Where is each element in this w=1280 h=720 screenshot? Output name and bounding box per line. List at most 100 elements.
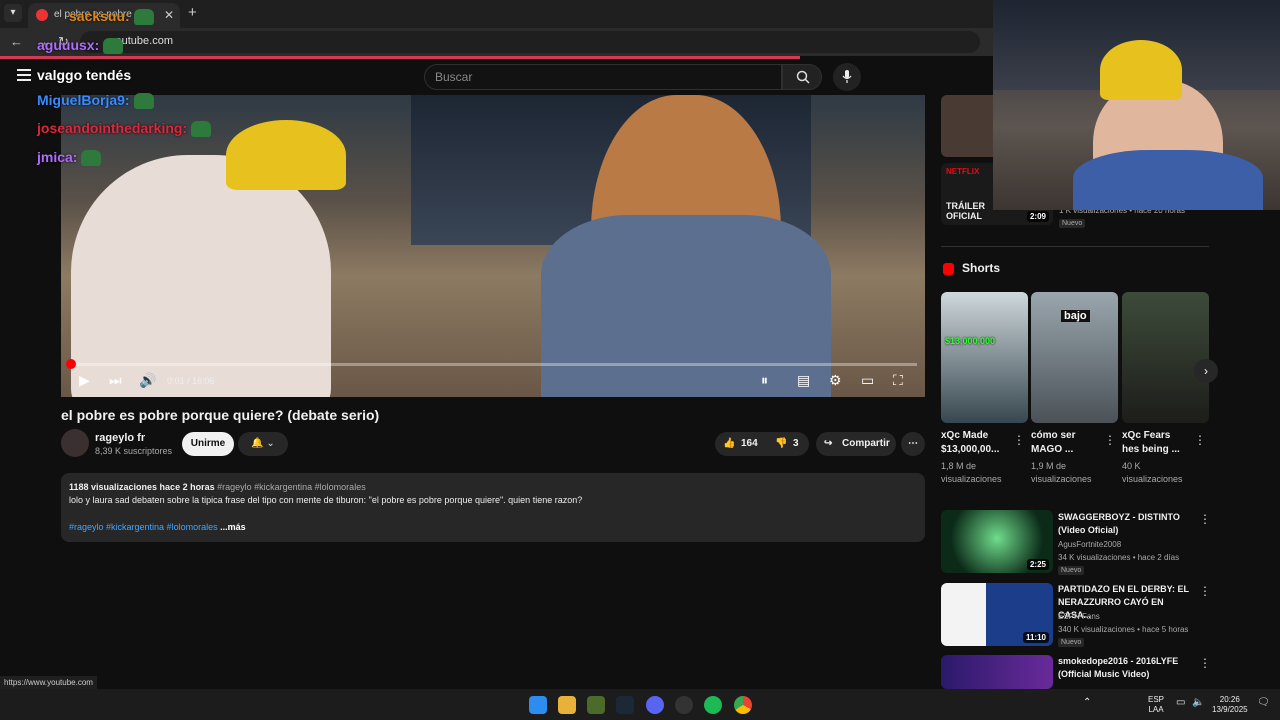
short-overlay-text: $13,000,000 — [945, 336, 996, 346]
spotify-icon[interactable] — [704, 696, 722, 714]
sidebar-video-meta: 340 K visualizaciones • hace 5 horas — [1058, 625, 1189, 634]
windows-start-icon[interactable] — [529, 696, 547, 714]
video-duration: 2:09 — [1026, 211, 1049, 222]
volume-icon[interactable]: 🔊 — [139, 372, 156, 389]
voice-search-button[interactable] — [833, 63, 861, 91]
theater-mode-icon[interactable]: ▭ — [861, 372, 874, 389]
description-tags[interactable]: #rageylo #kickargentina #lolomorales — [217, 482, 366, 492]
more-options-icon[interactable]: ⋮ — [1013, 433, 1025, 447]
search-button[interactable] — [782, 64, 822, 90]
new-badge: Nuevo — [1058, 638, 1085, 647]
short-title[interactable]: xQc Fears hes being ... — [1122, 429, 1186, 457]
more-options-icon[interactable]: ⋮ — [1104, 433, 1116, 447]
sidebar-video-thumbnail[interactable] — [941, 655, 1053, 689]
settings-gear-icon[interactable]: ⚙ — [829, 372, 842, 389]
sidebar-video-meta: 34 K visualizaciones • hace 2 días — [1058, 553, 1180, 562]
obs-icon[interactable] — [675, 696, 693, 714]
language-indicator[interactable]: ESP LAA — [1148, 695, 1164, 715]
channel-avatar[interactable] — [61, 429, 89, 457]
pepe-emote-icon — [81, 150, 102, 167]
new-badge: Nuevo — [1058, 566, 1085, 575]
chat-message: sacksuu: — [69, 8, 154, 26]
microphone-icon — [842, 70, 852, 83]
chrome-icon[interactable] — [734, 696, 752, 714]
volume-tray-icon[interactable]: 🔈 — [1192, 698, 1204, 708]
more-options-icon[interactable]: ⋮ — [1199, 584, 1211, 598]
scrubber-handle[interactable] — [65, 359, 76, 369]
network-icon[interactable]: ▭ — [1176, 698, 1185, 708]
chat-username: aguuusx: — [37, 37, 100, 53]
progress-bar[interactable] — [65, 359, 917, 369]
video-duration: 11:10 — [1022, 632, 1049, 643]
url-field[interactable]: youtube.com — [80, 31, 980, 53]
shorts-next-button[interactable]: › — [1194, 359, 1218, 383]
menu-icon[interactable] — [17, 69, 31, 84]
description-box[interactable]: 1188 visualizaciones hace 2 horas #ragey… — [61, 473, 925, 542]
notifications-bell-button[interactable]: 🔔 ⌄ — [238, 432, 288, 456]
sidebar-channel-name[interactable]: ESPN Fans — [1058, 611, 1100, 623]
search-placeholder: Buscar — [435, 70, 473, 84]
sidebar-channel-name[interactable]: AgusFortnite2008 — [1058, 539, 1121, 551]
more-options-icon[interactable]: ⋮ — [1199, 512, 1211, 526]
link-status-url: https://www.youtube.com — [0, 676, 97, 689]
close-tab-icon[interactable]: ✕ — [164, 8, 174, 22]
time-readout: 0:01 / 16:06 — [167, 376, 215, 386]
notifications-icon[interactable]: 🗨 — [1257, 698, 1270, 708]
clock[interactable]: 20:26 13/9/2025 — [1212, 695, 1248, 715]
sidebar-video-title[interactable]: smokedope2016 - 2016LYFE (Official Music… — [1058, 655, 1193, 681]
short-views: 1,9 M de visualizaciones — [1031, 461, 1092, 484]
more-actions-icon[interactable]: ⋯ — [901, 432, 925, 456]
like-button[interactable]: 👍 — [723, 432, 735, 456]
chat-username: valggo tendés — [37, 67, 132, 83]
discord-icon[interactable] — [646, 696, 664, 714]
streamer-webcam-overlay — [993, 0, 1280, 210]
new-badge: Nuevo — [1059, 219, 1086, 228]
chat-message: joseandointhedarking: — [37, 120, 212, 138]
pepe-emote-icon — [191, 121, 212, 138]
chat-username: MiguelBorja9: — [37, 92, 130, 108]
chat-message: MiguelBorja9: — [37, 92, 154, 110]
channel-name[interactable]: rageylo fr — [95, 432, 145, 444]
next-icon[interactable]: ⏭ — [109, 372, 122, 389]
autoplay-toggle-icon[interactable]: ⏸ — [761, 372, 768, 389]
short-title[interactable]: cómo ser MAGO ... — [1031, 429, 1095, 457]
pepe-emote-icon — [133, 93, 154, 110]
subtitles-icon[interactable]: ▤ — [797, 372, 810, 389]
app-icon[interactable] — [587, 696, 605, 714]
sidebar-video-thumbnail[interactable]: 2:25 — [941, 510, 1053, 573]
back-icon[interactable]: ← — [10, 34, 23, 49]
new-tab-icon[interactable]: + — [188, 4, 197, 21]
search-input[interactable]: Buscar — [424, 64, 782, 90]
join-button[interactable]: Unirme — [182, 432, 234, 456]
fullscreen-icon[interactable]: ⛶ — [893, 372, 903, 389]
clock-date: 13/9/2025 — [1212, 705, 1248, 714]
share-button[interactable]: ↪ Compartir — [816, 432, 896, 456]
steam-icon[interactable] — [616, 696, 634, 714]
dislike-button[interactable]: 👎 — [775, 432, 787, 456]
more-options-icon[interactable]: ⋮ — [1194, 433, 1206, 447]
short-thumbnail[interactable]: $13,000,000 — [941, 292, 1028, 423]
tray-chevron-icon[interactable]: ⌃ — [1083, 698, 1091, 708]
video-title: el pobre es pobre porque quiere? (debate… — [61, 407, 380, 423]
show-more-link[interactable]: ...más — [220, 522, 246, 532]
file-explorer-icon[interactable] — [558, 696, 576, 714]
hashtag-links[interactable]: #rageylo #kickargentina #lolomorales — [69, 522, 218, 532]
play-icon[interactable]: ▶ — [79, 372, 90, 389]
windows-taskbar: ⌃ ESP LAA ▭ 🔈 20:26 13/9/2025 🗨 — [0, 689, 1280, 720]
short-thumbnail[interactable] — [1122, 292, 1209, 423]
dislike-count: 3 — [793, 438, 799, 449]
short-thumbnail[interactable]: bajo — [1031, 292, 1118, 423]
sidebar-video-title[interactable]: SWAGGERBOYZ - DISTINTO (Video Oficial) — [1058, 511, 1193, 537]
description-hashtags: #rageylo #kickargentina #lolomorales ...… — [69, 522, 246, 532]
tab-list-button[interactable]: ▾ — [4, 4, 22, 22]
pepe-emote-icon — [133, 9, 154, 26]
video-player[interactable]: ▶ ⏭ 🔊 0:01 / 16:06 ⏸ ▤ ⚙ ▭ ⛶ — [61, 95, 925, 397]
language-code: ESP — [1148, 695, 1165, 704]
short-title[interactable]: xQc Made $13,000,00... — [941, 429, 1005, 457]
sidebar-video-thumbnail[interactable]: 11:10 — [941, 583, 1053, 646]
clock-time: 20:26 — [1219, 695, 1240, 704]
webcam-beanie — [1100, 40, 1182, 100]
chevron-down-icon: ⌄ — [266, 438, 275, 449]
chat-message: jmica: — [37, 149, 102, 167]
more-options-icon[interactable]: ⋮ — [1199, 656, 1211, 670]
